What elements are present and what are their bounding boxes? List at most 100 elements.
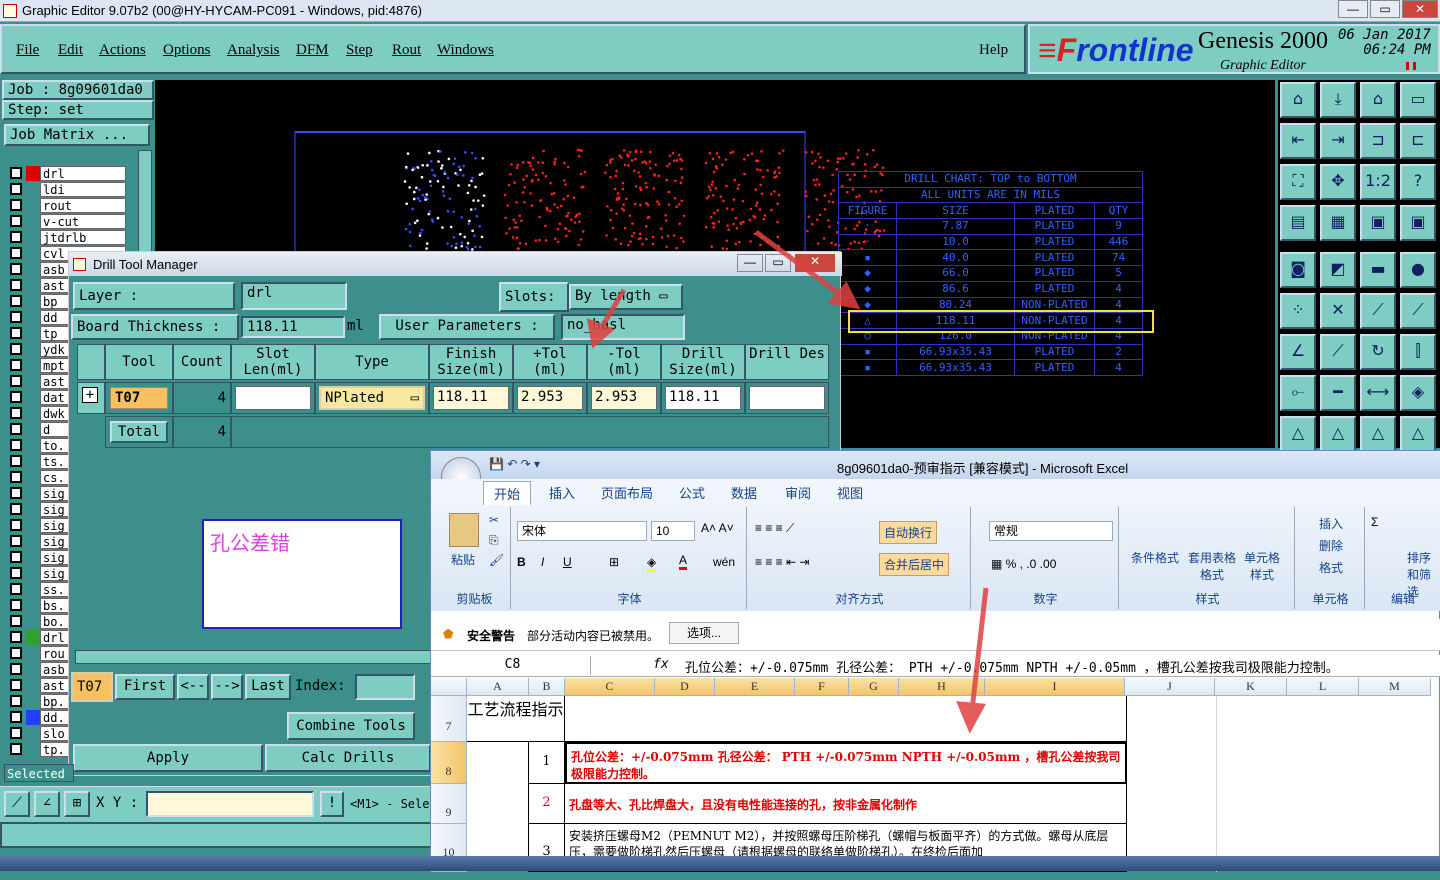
tool-cell[interactable]: T07 bbox=[105, 382, 173, 414]
line-icon[interactable]: ◩ bbox=[1320, 252, 1356, 288]
window-icon[interactable]: ▭ bbox=[1400, 82, 1436, 118]
apply-button[interactable]: Apply bbox=[73, 744, 263, 772]
italic-icon[interactable]: I bbox=[541, 555, 544, 569]
drill-size-cell[interactable]: 118.11 bbox=[661, 382, 745, 414]
menu-edit[interactable]: Edit bbox=[58, 42, 83, 59]
merge-center-button[interactable]: 合并后居中 bbox=[879, 553, 950, 576]
layer-checkbox[interactable] bbox=[10, 375, 22, 387]
pads-red-icon[interactable]: ▣ bbox=[1360, 205, 1396, 241]
layer-checkbox[interactable] bbox=[10, 567, 22, 579]
row-header-7[interactable]: 7 bbox=[431, 696, 467, 742]
tab-view[interactable]: 视图 bbox=[837, 483, 863, 502]
minus-tol-cell[interactable]: 2.953 bbox=[587, 382, 661, 414]
horizontal-scrollbar[interactable] bbox=[75, 650, 437, 664]
layer-checkbox[interactable] bbox=[10, 599, 22, 611]
bend-icon[interactable]: ⟜ bbox=[1280, 375, 1316, 411]
pads-red2-icon[interactable]: ▣ bbox=[1400, 205, 1436, 241]
menu-actions[interactable]: Actions bbox=[99, 42, 146, 59]
menu-dfm[interactable]: DFM bbox=[296, 42, 329, 59]
tri4-icon[interactable]: △ bbox=[1400, 416, 1436, 452]
tab-review[interactable]: 审阅 bbox=[785, 483, 811, 502]
xy-input[interactable] bbox=[146, 791, 314, 817]
wrap-text-button[interactable]: 自动换行 bbox=[879, 521, 938, 544]
cross-icon[interactable]: ✕ bbox=[1320, 293, 1356, 329]
cut-icon[interactable]: ✂ bbox=[489, 513, 499, 527]
layer-checkbox[interactable] bbox=[10, 167, 22, 179]
layer-row[interactable]: v-cut bbox=[4, 214, 128, 229]
mirror-icon[interactable]: ⫿ bbox=[1400, 334, 1436, 370]
close-button[interactable]: ✕ bbox=[1402, 0, 1438, 18]
layer-checkbox[interactable] bbox=[10, 695, 22, 707]
fit-icon[interactable]: ⛶ bbox=[1280, 164, 1316, 200]
layer-checkbox[interactable] bbox=[10, 327, 22, 339]
align-top-icon[interactable]: ≡ ≡ ≡ ⟋ bbox=[755, 521, 794, 536]
bold-icon[interactable]: B bbox=[517, 555, 526, 569]
underline-icon[interactable]: U bbox=[563, 555, 572, 569]
dtm-maximize-button[interactable]: ▭ bbox=[765, 254, 791, 272]
menu-help[interactable]: Help bbox=[979, 42, 1008, 59]
connect-icon[interactable]: ⁘ bbox=[1280, 293, 1316, 329]
column-header-J[interactable]: J bbox=[1125, 678, 1215, 696]
grid-tool-icon[interactable]: ⊞ bbox=[64, 791, 90, 817]
down-icon[interactable]: ⤓ bbox=[1320, 82, 1356, 118]
format-as-table-button[interactable]: 套用表格格式 bbox=[1187, 549, 1237, 583]
layer-checkbox[interactable] bbox=[10, 391, 22, 403]
step-number-1[interactable]: 1 bbox=[529, 742, 565, 784]
minimize-button[interactable]: — bbox=[1338, 0, 1368, 18]
insert-cells-button[interactable]: 插入 bbox=[1319, 515, 1343, 532]
layer-checkbox[interactable] bbox=[10, 487, 22, 499]
next-button[interactable]: --> bbox=[211, 674, 243, 700]
fill-color-icon[interactable]: ◈ bbox=[647, 555, 657, 572]
dot-icon[interactable]: ● bbox=[1400, 252, 1436, 288]
layer-checkbox[interactable] bbox=[10, 231, 22, 243]
row-header-9[interactable]: 9 bbox=[431, 784, 467, 824]
cell-styles-button[interactable]: 单元格样式 bbox=[1243, 549, 1281, 583]
help-icon[interactable]: ? bbox=[1400, 164, 1436, 200]
pin2-icon[interactable]: ⟋ bbox=[1400, 293, 1436, 329]
align-left-icon[interactable]: ≡ ≡ ≡ ⇤ ⇥ bbox=[755, 555, 809, 569]
column-header-G[interactable]: G bbox=[849, 678, 899, 696]
right-edge-icon[interactable]: ⇥ bbox=[1320, 123, 1356, 159]
layer-checkbox[interactable] bbox=[10, 663, 22, 675]
layer-checkbox[interactable] bbox=[10, 263, 22, 275]
calc-drills-button[interactable]: Calc Drills bbox=[265, 744, 431, 772]
slot-len-cell[interactable] bbox=[231, 382, 315, 414]
angle-icon[interactable]: ∠ bbox=[1280, 334, 1316, 370]
column-header-L[interactable]: L bbox=[1287, 678, 1359, 696]
column-header-B[interactable]: B bbox=[529, 678, 565, 696]
layer-row[interactable]: rout bbox=[4, 198, 128, 213]
layer-checkbox[interactable] bbox=[10, 679, 22, 691]
zoom-tool-icon[interactable]: ⟋ bbox=[4, 791, 30, 817]
layer-row[interactable]: ldi bbox=[4, 182, 128, 197]
grid-icon[interactable]: ▦ bbox=[1320, 205, 1356, 241]
layer-checkbox[interactable] bbox=[10, 439, 22, 451]
drill-des-cell[interactable] bbox=[745, 382, 829, 414]
cell-c8[interactable]: 孔位公差：+/-0.075mm 孔径公差： PTH +/-0.075mm NPT… bbox=[565, 742, 1127, 784]
layer-checkbox[interactable] bbox=[10, 711, 22, 723]
scale-icon[interactable]: 1:2 bbox=[1360, 164, 1396, 200]
layer-checkbox[interactable] bbox=[10, 535, 22, 547]
layer-checkbox[interactable] bbox=[10, 471, 22, 483]
layer-checkbox[interactable] bbox=[10, 455, 22, 467]
last-button[interactable]: Last bbox=[245, 674, 291, 700]
layer-row[interactable]: jtdrlb bbox=[4, 230, 128, 245]
column-header-M[interactable]: M bbox=[1359, 678, 1431, 696]
step-left-icon[interactable]: ⊐ bbox=[1360, 123, 1396, 159]
copy-icon[interactable]: ⎘ bbox=[489, 533, 499, 548]
fx-icon[interactable]: fx bbox=[653, 657, 669, 672]
font-size-select[interactable]: 10 bbox=[651, 521, 695, 541]
layer-checkbox[interactable] bbox=[10, 359, 22, 371]
maximize-button[interactable]: ▭ bbox=[1370, 0, 1400, 18]
user-parameters-button[interactable]: User Parameters : bbox=[379, 314, 555, 340]
step-right-icon[interactable]: ⊏ bbox=[1400, 123, 1436, 159]
layer-checkbox[interactable] bbox=[10, 407, 22, 419]
slots-select[interactable]: By length ▭ bbox=[569, 284, 683, 310]
column-header-H[interactable]: H bbox=[899, 678, 985, 696]
column-header-E[interactable]: E bbox=[715, 678, 795, 696]
menu-analysis[interactable]: Analysis bbox=[227, 42, 280, 59]
row-expand[interactable]: + bbox=[77, 382, 105, 414]
measure-tool-icon[interactable]: ∠ bbox=[34, 791, 60, 817]
layer-checkbox[interactable] bbox=[10, 295, 22, 307]
shape-icon[interactable]: ◈ bbox=[1400, 375, 1436, 411]
plus-tol-cell[interactable]: 2.953 bbox=[513, 382, 587, 414]
